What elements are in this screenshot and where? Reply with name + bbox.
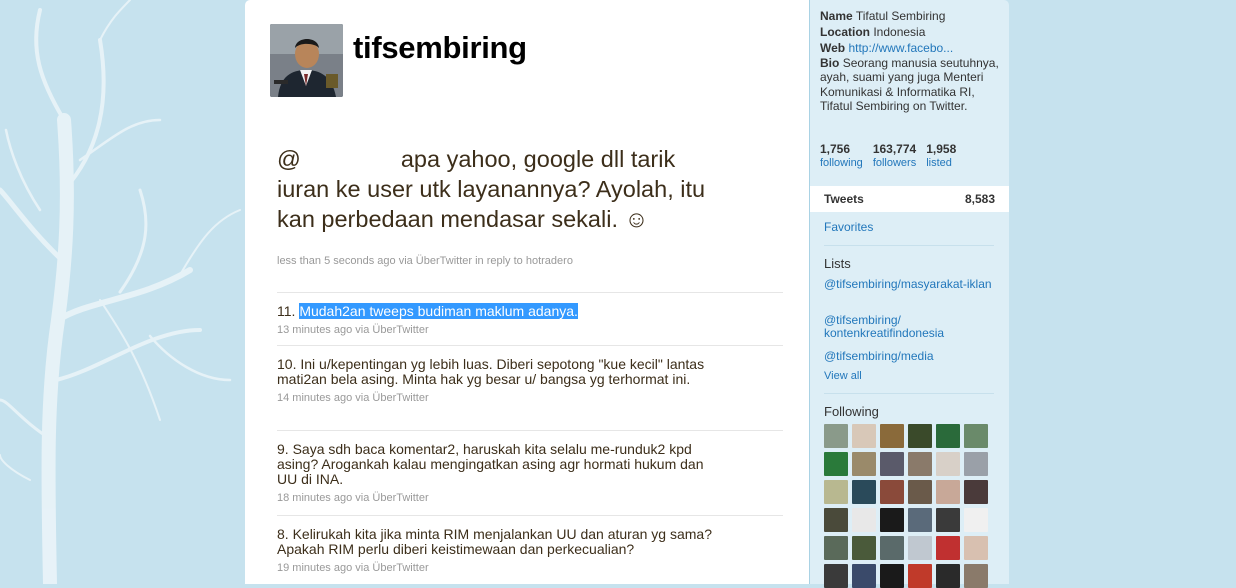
tweets-tab[interactable]: Tweets 8,583 (810, 186, 1009, 212)
stat-followers[interactable]: 163,774 followers (873, 142, 916, 171)
list-link[interactable]: @tifsembiring/media (824, 350, 994, 363)
profile-web-link[interactable]: http://www.facebo... (848, 41, 953, 55)
following-avatar[interactable] (852, 508, 876, 532)
timeline-tweet: 8. Kelirukah kita jika minta RIM menjala… (277, 527, 717, 576)
following-avatar[interactable] (852, 480, 876, 504)
divider (824, 393, 994, 394)
following-avatar[interactable] (936, 536, 960, 560)
following-avatar[interactable] (964, 564, 988, 588)
following-avatar[interactable] (936, 424, 960, 448)
following-avatar[interactable] (936, 564, 960, 588)
tweet-text: 9. Saya sdh baca komentar2, haruskah kit… (277, 441, 704, 487)
latest-tweet-text: apa yahoo, google dll tarik iuran ke use… (277, 146, 706, 232)
following-avatar[interactable] (824, 536, 848, 560)
divider (277, 345, 783, 346)
tweets-tab-count: 8,583 (964, 192, 995, 206)
profile-bio: Seorang manusia seutuhnya, ayah, suami y… (820, 56, 999, 113)
divider (277, 515, 783, 516)
tweet-text: 11. (277, 303, 300, 319)
profile-sidebar: Name Tifatul Sembiring Location Indonesi… (809, 0, 1009, 588)
tweet-text: 8. Kelirukah kita jika minta RIM menjala… (277, 526, 712, 557)
timeline-tweet: 11. Mudah2an tweeps budiman maklum adany… (277, 303, 717, 338)
listed-count: 1,958 (926, 142, 957, 156)
listed-label: listed (926, 157, 952, 169)
lists-heading: Lists (824, 256, 851, 271)
tweet-meta[interactable]: 13 minutes ago via ÜberTwitter (277, 323, 717, 338)
timeline-tweet: 10. Ini u/kepentingan yg lebih luas. Dib… (277, 357, 717, 406)
following-avatar[interactable] (936, 508, 960, 532)
following-avatar[interactable] (908, 424, 932, 448)
background-tree-illustration (0, 0, 241, 584)
profile-stats: 1,756 following 163,774 followers 1,958 … (820, 142, 956, 171)
main-content: tifsembiring @ apa yahoo, google dll tari… (245, 0, 809, 584)
profile-name: Tifatul Sembiring (855, 9, 946, 23)
view-all-lists-link[interactable]: View all (824, 370, 862, 383)
tweet-meta[interactable]: 14 minutes ago via ÜberTwitter (277, 391, 717, 406)
background-right (1008, 0, 1236, 584)
list-link[interactable]: @tifsembiring/ kontenkreatifindonesia (824, 314, 994, 340)
web-label: Web (820, 41, 846, 55)
following-avatar[interactable] (824, 508, 848, 532)
favorites-link[interactable]: Favorites (824, 221, 873, 234)
followers-count: 163,774 (872, 142, 917, 156)
profile-location: Indonesia (873, 25, 926, 39)
divider (277, 292, 783, 293)
following-avatar[interactable] (852, 536, 876, 560)
profile-photo (270, 24, 343, 97)
following-avatar[interactable] (964, 480, 988, 504)
stat-following[interactable]: 1,756 following (820, 142, 863, 171)
following-avatar[interactable] (880, 508, 904, 532)
following-avatar[interactable] (936, 452, 960, 476)
following-avatar[interactable] (880, 424, 904, 448)
following-avatar[interactable] (824, 452, 848, 476)
tweet-text: 10. Ini u/kepentingan yg lebih luas. Dib… (277, 356, 705, 387)
mention-at[interactable]: @ (277, 146, 301, 172)
following-avatar[interactable] (964, 508, 988, 532)
profile-screen-name: tifsembiring (353, 30, 527, 65)
divider (277, 430, 783, 431)
following-avatar[interactable] (880, 480, 904, 504)
location-label: Location (820, 25, 870, 39)
following-heading: Following (824, 404, 879, 419)
following-avatar[interactable] (964, 536, 988, 560)
tweet-meta[interactable]: 18 minutes ago via ÜberTwitter (277, 491, 717, 506)
following-avatar[interactable] (908, 536, 932, 560)
tweet-highlighted-text: Mudah2an tweeps budiman maklum adanya. (299, 303, 578, 319)
following-count: 1,756 (820, 142, 851, 156)
following-avatar[interactable] (824, 564, 848, 588)
latest-tweet-meta: less than 5 seconds ago via ÜberTwitter … (277, 255, 573, 267)
following-avatar[interactable] (852, 564, 876, 588)
following-avatar[interactable] (880, 536, 904, 560)
following-avatar[interactable] (908, 452, 932, 476)
following-avatar[interactable] (936, 480, 960, 504)
tweets-tab-label: Tweets (824, 192, 864, 206)
list-link[interactable]: @tifsembiring/masyarakat-iklan (824, 278, 994, 291)
following-avatar[interactable] (908, 508, 932, 532)
profile-avatar[interactable] (270, 24, 343, 97)
following-avatar[interactable] (880, 564, 904, 588)
bio-label: Bio (820, 56, 840, 70)
following-avatar[interactable] (908, 564, 932, 588)
following-label: following (820, 157, 863, 169)
following-avatar[interactable] (852, 452, 876, 476)
stat-listed[interactable]: 1,958 listed (926, 142, 956, 171)
following-avatar[interactable] (824, 424, 848, 448)
following-avatar[interactable] (964, 424, 988, 448)
following-avatar[interactable] (964, 452, 988, 476)
profile-page: tifsembiring @ apa yahoo, google dll tari… (245, 0, 1009, 588)
following-avatar[interactable] (908, 480, 932, 504)
latest-tweet: @ apa yahoo, google dll tarik iuran ke us… (277, 144, 717, 234)
timeline-tweet: 9. Saya sdh baca komentar2, haruskah kit… (277, 442, 717, 506)
following-avatar-grid (824, 424, 988, 588)
tweet-meta[interactable]: 19 minutes ago via ÜberTwitter (277, 561, 717, 576)
divider (824, 245, 994, 246)
followers-label: followers (872, 157, 917, 169)
following-avatar[interactable] (852, 424, 876, 448)
name-label: Name (820, 9, 853, 23)
following-avatar[interactable] (880, 452, 904, 476)
following-avatar[interactable] (824, 480, 848, 504)
profile-info: Name Tifatul Sembiring Location Indonesi… (820, 8, 1000, 113)
